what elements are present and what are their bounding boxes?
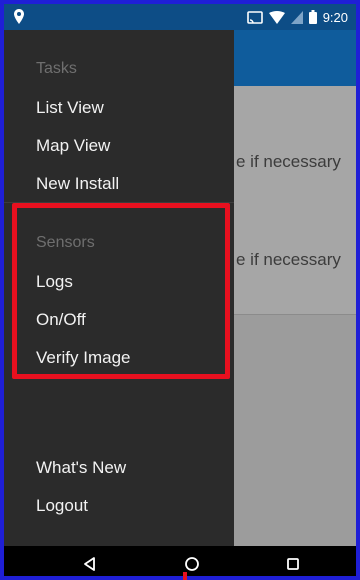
nav-item-logout[interactable]: Logout [36,496,88,516]
system-navigation-bar [4,546,356,576]
nav-item-new-install[interactable]: New Install [36,174,119,194]
home-icon[interactable] [182,554,202,574]
screenshot-frame: 9:20 e if necessary e if necessary Tasks… [0,0,360,580]
cast-icon [246,10,263,24]
highlight-box [12,203,230,379]
nav-item-list-view[interactable]: List View [36,98,104,118]
battery-icon [308,10,317,24]
back-icon[interactable] [80,554,100,574]
nav-item-map-view[interactable]: Map View [36,136,110,156]
section-header-tasks: Tasks [36,60,77,77]
annotation-marker [183,572,187,580]
wifi-icon [268,10,285,24]
nav-item-whats-new[interactable]: What's New [36,458,126,478]
list-item-text: e if necessary [236,250,341,269]
location-pin-icon [13,9,25,25]
signal-icon [290,10,303,24]
list-item-text: e if necessary [236,152,341,171]
status-bar: 9:20 [4,4,356,30]
clock: 9:20 [322,9,348,25]
status-icons: 9:20 [246,8,348,26]
recent-apps-icon[interactable] [283,554,303,574]
